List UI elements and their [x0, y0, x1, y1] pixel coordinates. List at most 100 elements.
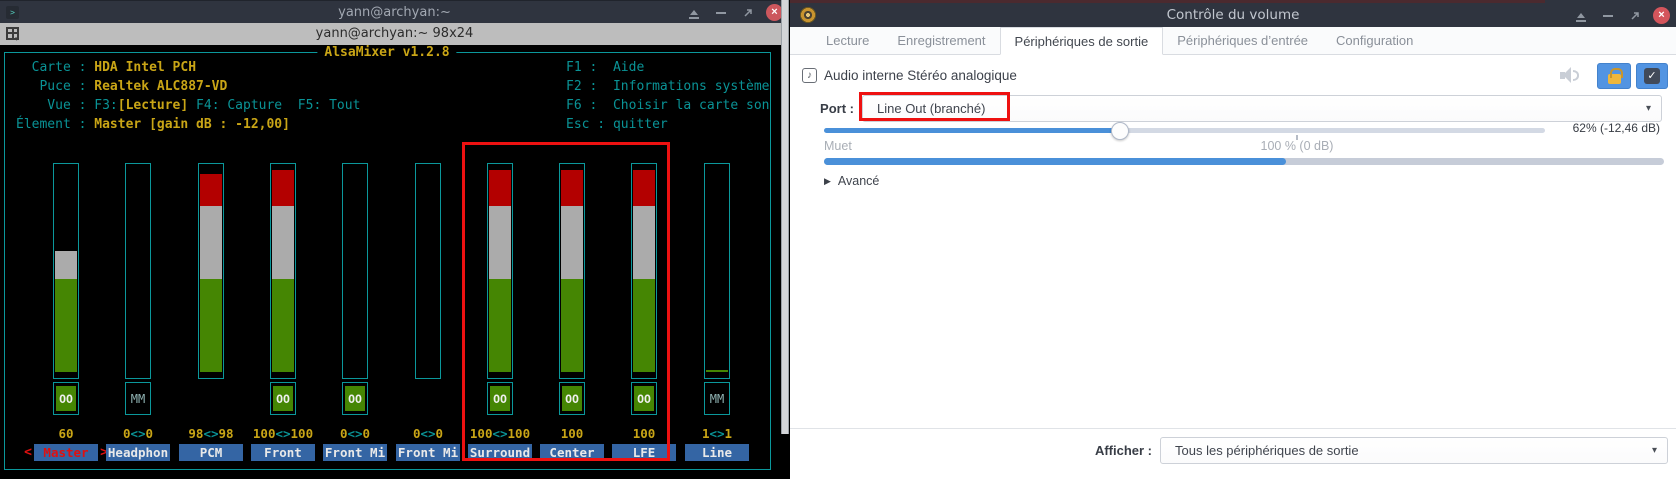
shade-icon[interactable] [685, 4, 703, 22]
shade-icon[interactable] [1572, 7, 1590, 25]
channel-switch[interactable]: MM [704, 382, 730, 415]
alsamixer-info: Carte : HDA Intel PCH Puce : Realtek ALC… [16, 58, 360, 134]
device-name: Audio interne Stéréo analogique [824, 68, 1017, 83]
terminal-tab-title[interactable]: yann@archyan:~ 98x24 [0, 23, 789, 45]
channel-label-front-mi[interactable]: Front Mi [396, 444, 460, 461]
minimize-icon[interactable] [712, 4, 730, 22]
channel-bar [53, 163, 79, 379]
terminal-window: > yann@archyan:~ × ▾ yann@archyan:~ 98x2… [0, 0, 789, 479]
channel-switch[interactable]: OO [53, 382, 79, 415]
channel-value: 100<>100 [252, 426, 314, 441]
channel-value: 0<>0 [412, 426, 444, 441]
tab-lecture[interactable]: Lecture [812, 27, 883, 54]
switch-on-label: OO [345, 386, 365, 411]
bar-segment [200, 279, 222, 372]
channel-label-line[interactable]: Line [685, 444, 749, 461]
channel-bar [704, 163, 730, 379]
tab-enregistrement[interactable]: Enregistrement [883, 27, 999, 54]
volume-control-window: Contrôle du volume × Lecture Enregistreme… [790, 0, 1676, 479]
channel-label-front-mi[interactable]: Front Mi [323, 444, 387, 461]
show-value: Tous les périphériques de sortie [1175, 443, 1359, 458]
level-meter [824, 158, 1664, 165]
volume-slider-trough[interactable] [1115, 128, 1545, 133]
tab-peripheriques-de-sortie[interactable]: Périphériques de sortie [999, 27, 1164, 55]
chip-label: Puce : [16, 79, 95, 94]
audio-device-icon: ♪ [802, 68, 817, 83]
bar-segment [272, 279, 294, 372]
lock-channels-button[interactable] [1597, 63, 1631, 89]
channel-bar [342, 163, 368, 379]
key-f6: F6 : Choisir la carte son [566, 98, 770, 113]
tab-configuration[interactable]: Configuration [1322, 27, 1427, 54]
volume-slider-fill[interactable] [824, 128, 1120, 133]
port-label: Port : [820, 101, 854, 116]
terminal-titlebar[interactable]: > yann@archyan:~ × [0, 0, 789, 23]
selected-arrow-left: < [24, 445, 32, 460]
minimize-icon[interactable] [1599, 7, 1617, 25]
mute-label: Muet [824, 139, 852, 153]
card-label: Carte : [16, 60, 95, 75]
lock-icon [1607, 68, 1623, 84]
close-icon[interactable]: × [1653, 7, 1670, 24]
channel-switch[interactable]: OO [270, 382, 296, 415]
channel-label-headphon[interactable]: Headphon [106, 444, 170, 461]
view-suffix: F4: Capture F5: Tout [188, 98, 361, 113]
channel-value: 98<>98 [188, 426, 234, 441]
restore-icon[interactable] [739, 4, 757, 22]
advanced-expander[interactable]: ▶ Avancé [824, 172, 879, 190]
channel-bar [270, 163, 296, 379]
alsamixer-screen: AlsaMixer v1.2.8 Carte : HDA Intel PCH P… [0, 45, 789, 479]
level-meter-fill [824, 158, 1286, 165]
bar-segment [200, 206, 222, 279]
view-value: [Lecture] [117, 98, 189, 113]
channel-label-pcm[interactable]: PCM [179, 444, 243, 461]
bar-segment [706, 370, 728, 372]
bar-segment [272, 170, 294, 206]
bar-segment [272, 206, 294, 279]
footer-separator [790, 428, 1676, 429]
volume-slider-handle[interactable] [1111, 122, 1129, 140]
mute-speaker-icon[interactable] [1560, 67, 1580, 84]
channel-bar [198, 163, 224, 379]
card-value: HDA Intel PCH [94, 60, 197, 75]
terminal-window-title: yann@archyan:~ [338, 5, 451, 20]
chip-value: Realtek ALC887-VD [94, 79, 228, 94]
check-icon: ✓ [1644, 68, 1660, 84]
key-esc: Esc : quitter [566, 117, 668, 132]
bar-segment [200, 174, 222, 206]
switch-muted-label: MM [130, 392, 146, 406]
switch-muted-label: MM [709, 392, 725, 406]
alsamixer-keys: F1 : Aide F2 : Informations système F6 : C… [566, 58, 770, 134]
bar-segment [55, 279, 77, 372]
chevron-down-icon: ▾ [1651, 445, 1657, 456]
terminal-scrollbar[interactable] [781, 0, 789, 434]
tabs-bar: Lecture Enregistrement Périphériques de so… [790, 27, 1676, 55]
volume-value-label: 62% (-12,46 dB) [1572, 121, 1660, 135]
channel-label-front[interactable]: Front [251, 444, 315, 461]
channel-value: 1<>1 [701, 426, 733, 441]
channel-label-master[interactable]: Master [34, 444, 98, 461]
channel-value: 60 [58, 426, 74, 441]
item-label: Élement : [16, 117, 95, 132]
channel-bar [415, 163, 441, 379]
restore-icon[interactable] [1626, 7, 1644, 25]
show-label: Afficher : [1094, 443, 1152, 458]
view-label: Vue : [16, 98, 95, 113]
show-dropdown[interactable]: Tous les périphériques de sortie ▾ [1160, 437, 1668, 464]
view-prefix: F3: [94, 98, 118, 113]
highlight-rectangle-port [859, 92, 1010, 121]
bar-segment [55, 251, 77, 279]
channel-switch[interactable]: OO [342, 382, 368, 415]
key-f2: F2 : Informations système [566, 79, 770, 94]
channel-switch[interactable]: MM [125, 382, 151, 415]
switch-on-label: OO [56, 386, 76, 411]
set-fallback-button[interactable]: ✓ [1636, 63, 1668, 89]
key-f1: F1 : Aide [566, 60, 645, 75]
advanced-label: Avancé [837, 174, 880, 188]
volume-titlebar[interactable]: Contrôle du volume × [790, 0, 1676, 27]
screen: > yann@archyan:~ × ▾ yann@archyan:~ 98x2… [0, 0, 1676, 479]
switch-on-label: OO [273, 386, 293, 411]
channel-bar [125, 163, 151, 379]
scrollbar-thumb[interactable] [782, 0, 788, 434]
tab-peripheriques-d-entree[interactable]: Périphériques d’entrée [1163, 27, 1322, 54]
